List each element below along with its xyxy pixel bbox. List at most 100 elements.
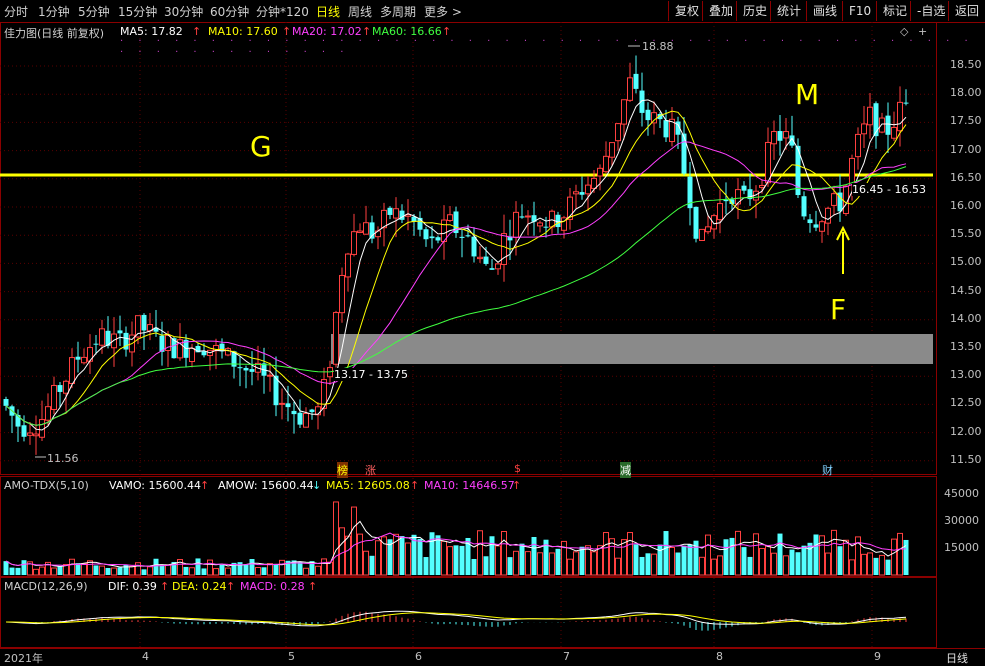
candlestick[interactable] [753,185,759,219]
draw-line-button[interactable]: 画线 [806,1,843,21]
period-tab-30min[interactable]: 30分钟 [164,3,203,20]
candlestick[interactable] [573,184,579,209]
stats-button[interactable]: 统计 [770,1,807,21]
candlestick[interactable] [219,338,225,359]
candlestick[interactable] [717,189,723,234]
candlestick[interactable] [327,360,333,385]
candlestick[interactable] [333,310,339,368]
candlestick[interactable] [789,115,795,148]
candlestick[interactable] [837,174,843,222]
candlestick[interactable] [777,115,783,156]
candlestick[interactable] [585,176,591,211]
candlestick[interactable] [477,246,483,263]
candlestick[interactable] [459,229,465,258]
candlestick[interactable] [549,209,555,234]
candlestick[interactable] [249,351,255,386]
candlestick[interactable] [537,220,543,233]
candlestick[interactable] [243,365,249,389]
candlestick[interactable] [183,334,189,368]
candlestick[interactable] [855,127,861,170]
candlestick[interactable] [567,188,573,230]
candlestick[interactable] [495,262,501,275]
candlestick[interactable] [597,164,603,191]
candlestick[interactable] [471,227,477,263]
candlestick[interactable] [651,101,657,135]
period-tab-multi[interactable]: 多周期 [380,3,416,20]
candlestick[interactable] [603,141,609,173]
candlestick[interactable] [519,204,525,219]
candlestick[interactable] [63,379,69,412]
candlestick[interactable] [771,120,777,160]
period-tab-daily[interactable]: 日线 [316,3,340,20]
candlestick[interactable] [579,176,585,200]
candlestick[interactable] [117,315,123,346]
period-tab-15min[interactable]: 15分钟 [118,3,157,20]
candlestick[interactable] [423,226,429,247]
candlestick[interactable] [861,106,867,149]
candlestick[interactable] [489,259,495,270]
candlestick[interactable] [177,323,183,361]
period-indicator[interactable]: 日线 [946,650,968,666]
candlestick[interactable] [231,350,237,379]
event-mark-list[interactable]: 榜 [337,462,348,478]
candlestick[interactable] [663,109,669,143]
candlestick[interactable] [135,315,141,345]
candlestick[interactable] [3,396,9,411]
candlestick[interactable] [447,206,453,223]
candlestick[interactable] [435,235,441,244]
candlestick[interactable] [639,72,645,127]
candlestick[interactable] [147,312,153,341]
candlestick[interactable] [237,356,243,387]
candlestick[interactable] [381,202,387,247]
candlestick[interactable] [825,206,831,236]
candlestick[interactable] [51,376,57,415]
candlestick[interactable] [615,123,621,151]
candlestick[interactable] [813,210,819,232]
candlestick[interactable] [339,267,345,323]
event-mark-limit-up[interactable]: 涨 [365,462,376,478]
candlestick[interactable] [645,102,651,136]
candlestick[interactable] [801,191,807,220]
candlestick[interactable] [525,210,531,236]
back-button[interactable]: 返回 [948,1,985,21]
watchlist-remove-button[interactable]: -自选 [910,1,951,21]
candlestick[interactable] [303,407,309,428]
candlestick[interactable] [885,102,891,153]
candlestick[interactable] [879,112,885,134]
candlestick[interactable] [75,341,81,373]
adjust-button[interactable]: 复权 [668,1,705,21]
event-mark-dividend[interactable]: $ [514,462,521,475]
period-tab-minute[interactable]: 分时 [4,3,28,20]
period-tab-120min[interactable]: 分钟*120 [256,3,309,20]
candlestick[interactable] [693,206,699,243]
candlestick[interactable] [297,399,303,428]
candlestick[interactable] [141,313,147,351]
period-tab-1min[interactable]: 1分钟 [38,3,70,20]
candlestick[interactable] [387,206,393,220]
candlestick[interactable] [351,213,357,257]
candlestick[interactable] [741,181,747,195]
candlestick[interactable] [897,86,903,147]
candlestick[interactable] [81,348,87,365]
candlestick[interactable] [891,111,897,141]
kline-chart[interactable] [0,22,985,666]
f10-button[interactable]: F10 [842,1,877,21]
candlestick[interactable] [291,401,297,434]
candlestick[interactable] [417,211,423,237]
history-button[interactable]: 历史 [736,1,773,21]
candlestick[interactable] [87,334,93,375]
period-tab-weekly[interactable]: 周线 [348,3,372,20]
candlestick[interactable] [873,101,879,149]
period-tab-5min[interactable]: 5分钟 [78,3,110,20]
candlestick[interactable] [123,326,129,357]
candlestick[interactable] [393,197,399,238]
candlestick[interactable] [225,346,231,357]
period-tab-more[interactable]: 更多 > [424,3,462,20]
candlestick[interactable] [33,415,39,455]
event-mark-reduce[interactable]: 减 [620,462,631,478]
candlestick[interactable] [501,214,507,282]
candlestick[interactable] [315,402,321,430]
candlestick[interactable] [669,107,675,147]
candlestick[interactable] [279,388,285,420]
candlestick[interactable] [807,213,813,233]
